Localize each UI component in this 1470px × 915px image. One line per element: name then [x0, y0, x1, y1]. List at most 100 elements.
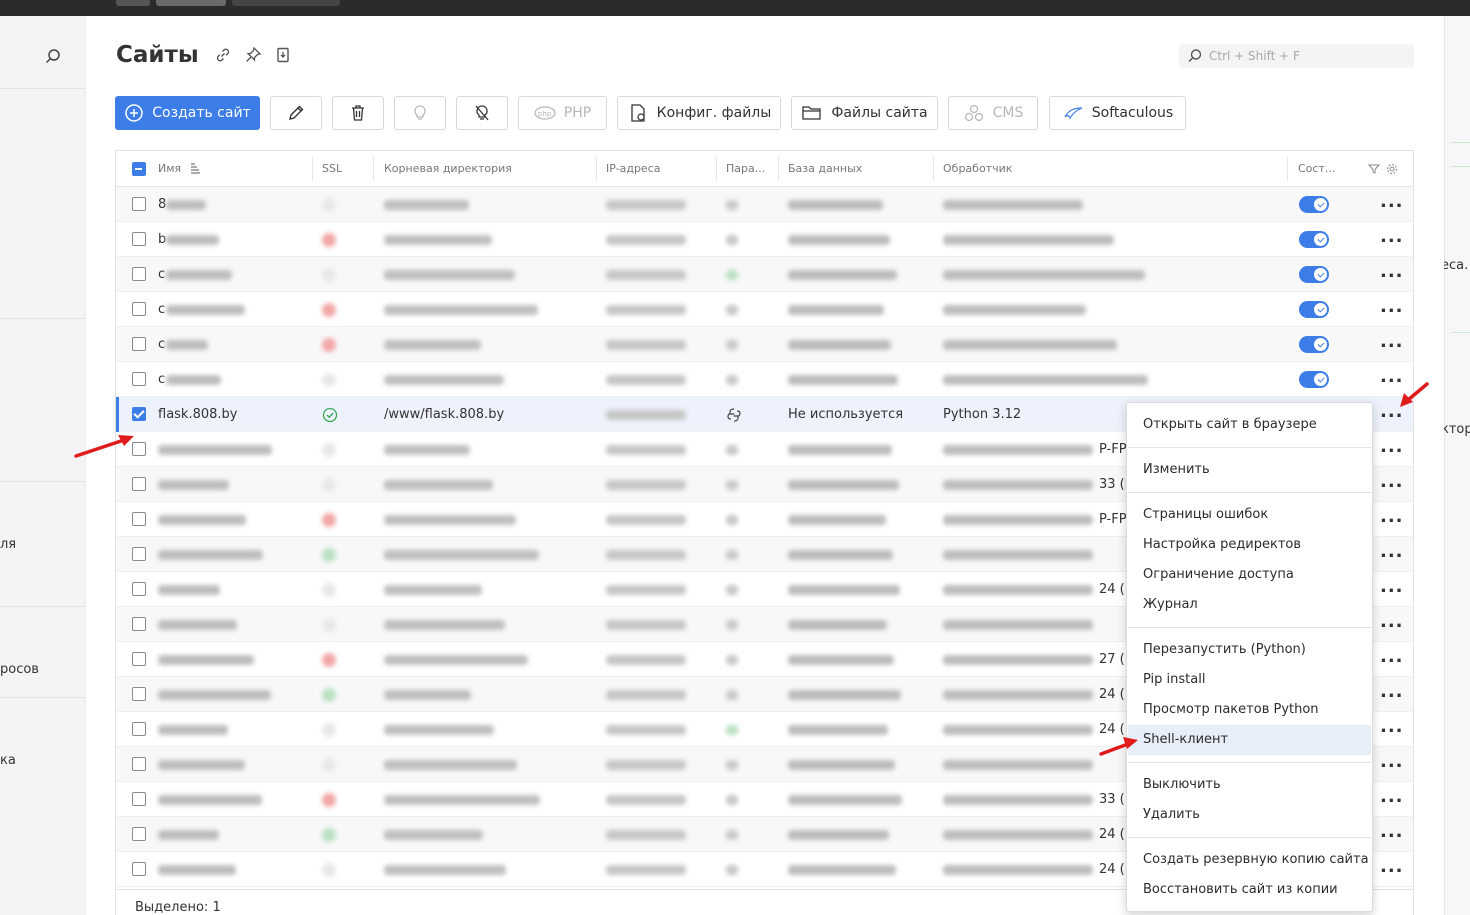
menu-item[interactable]: Shell-клиент: [1128, 725, 1371, 755]
column-separator[interactable]: [596, 157, 597, 181]
row-checkbox[interactable]: [132, 862, 146, 876]
menu-item[interactable]: Pip install: [1128, 665, 1371, 695]
column-separator[interactable]: [1287, 157, 1288, 181]
table-row[interactable]: 8...: [116, 187, 1413, 222]
sidebar-item-label[interactable]: ля: [0, 537, 16, 552]
menu-item[interactable]: Перезапустить (Python): [1128, 635, 1371, 665]
menu-item[interactable]: Изменить: [1128, 455, 1371, 485]
table-row[interactable]: c...: [116, 327, 1413, 362]
row-actions-button[interactable]: ...: [1380, 747, 1404, 782]
create-site-button[interactable]: Создать сайт: [115, 96, 260, 130]
row-checkbox[interactable]: [132, 302, 146, 316]
row-actions-button[interactable]: ...: [1380, 712, 1404, 747]
menu-item[interactable]: Создать резервную копию сайта: [1128, 845, 1371, 875]
menu-item[interactable]: Восстановить сайт из копии: [1128, 875, 1371, 905]
row-checkbox[interactable]: [132, 792, 146, 806]
row-checkbox[interactable]: [132, 197, 146, 211]
site-name[interactable]: c: [158, 362, 165, 397]
top-tab[interactable]: [232, 0, 340, 6]
link-icon[interactable]: [214, 46, 232, 64]
column-header-status[interactable]: Сост...: [1298, 151, 1344, 187]
menu-item[interactable]: Ограничение доступа: [1128, 560, 1371, 590]
column-header-ip[interactable]: IP-адреса: [606, 151, 661, 187]
row-actions-button[interactable]: ...: [1380, 222, 1404, 257]
row-actions-button[interactable]: ...: [1380, 502, 1404, 537]
delete-button[interactable]: [332, 96, 384, 130]
sidebar-item-label[interactable]: росов: [0, 662, 39, 677]
row-checkbox[interactable]: [132, 827, 146, 841]
status-toggle[interactable]: [1299, 301, 1329, 318]
menu-item[interactable]: Просмотр пакетов Python: [1128, 695, 1371, 725]
row-actions-button[interactable]: ...: [1380, 607, 1404, 642]
status-toggle[interactable]: [1299, 196, 1329, 213]
menu-item[interactable]: Выключить: [1128, 770, 1371, 800]
row-actions-button[interactable]: ...: [1380, 782, 1404, 817]
site-name[interactable]: c: [158, 257, 165, 292]
row-actions-button[interactable]: ...: [1380, 572, 1404, 607]
row-checkbox[interactable]: [132, 372, 146, 386]
column-header-database[interactable]: База данных: [788, 151, 862, 187]
row-checkbox[interactable]: [132, 617, 146, 631]
column-separator[interactable]: [933, 157, 934, 181]
row-checkbox[interactable]: [132, 757, 146, 771]
row-actions-button[interactable]: ...: [1380, 187, 1404, 222]
row-checkbox[interactable]: [132, 337, 146, 351]
cms-button[interactable]: CMS: [948, 96, 1038, 130]
document-icon[interactable]: [274, 46, 292, 64]
disable-button[interactable]: [456, 96, 508, 130]
column-separator[interactable]: [312, 157, 313, 181]
row-checkbox[interactable]: [132, 582, 146, 596]
menu-item[interactable]: Открыть сайт в браузере: [1128, 410, 1371, 440]
menu-item[interactable]: Настройка редиректов: [1128, 530, 1371, 560]
column-header-params[interactable]: Пара...: [726, 151, 776, 187]
column-header-ssl[interactable]: SSL: [322, 151, 342, 187]
enable-button[interactable]: [394, 96, 446, 130]
table-row[interactable]: c...: [116, 362, 1413, 397]
settings-icon[interactable]: [1386, 163, 1398, 175]
row-checkbox[interactable]: [132, 722, 146, 736]
row-actions-button[interactable]: ...: [1380, 642, 1404, 677]
edit-button[interactable]: [270, 96, 322, 130]
row-actions-button[interactable]: ...: [1380, 467, 1404, 502]
status-toggle[interactable]: [1299, 336, 1329, 353]
search-field[interactable]: [1179, 44, 1414, 68]
column-separator[interactable]: [778, 157, 779, 181]
row-actions-button[interactable]: ...: [1380, 677, 1404, 712]
select-all-checkbox[interactable]: [132, 162, 146, 176]
column-separator[interactable]: [373, 157, 374, 181]
php-button[interactable]: php PHP: [518, 96, 607, 130]
row-checkbox[interactable]: [132, 407, 146, 421]
search-input[interactable]: [1209, 47, 1404, 65]
row-actions-button[interactable]: ...: [1380, 292, 1404, 327]
row-actions-button[interactable]: ...: [1380, 852, 1404, 887]
pin-icon[interactable]: [244, 46, 262, 64]
menu-item[interactable]: Журнал: [1128, 590, 1371, 620]
table-row[interactable]: b...: [116, 222, 1413, 257]
row-actions-button[interactable]: ...: [1380, 432, 1404, 467]
row-actions-button[interactable]: ...: [1380, 537, 1404, 572]
column-header-handler[interactable]: Обработчик: [943, 151, 1012, 187]
softaculous-button[interactable]: Softaculous: [1049, 96, 1186, 130]
status-toggle[interactable]: [1299, 266, 1329, 283]
row-checkbox[interactable]: [132, 267, 146, 281]
column-header-name[interactable]: Имя: [158, 151, 181, 187]
row-checkbox[interactable]: [132, 512, 146, 526]
row-checkbox[interactable]: [132, 547, 146, 561]
site-name[interactable]: c: [158, 292, 165, 327]
menu-item[interactable]: Страницы ошибок: [1128, 500, 1371, 530]
table-row[interactable]: c...: [116, 292, 1413, 327]
row-actions-button[interactable]: ...: [1380, 257, 1404, 292]
sidebar-item-label[interactable]: ка: [0, 753, 16, 768]
status-toggle[interactable]: [1299, 371, 1329, 388]
config-files-button[interactable]: Конфиг. файлы: [617, 96, 781, 130]
row-checkbox[interactable]: [132, 687, 146, 701]
column-separator[interactable]: [716, 157, 717, 181]
menu-item[interactable]: Удалить: [1128, 800, 1371, 830]
row-checkbox[interactable]: [132, 232, 146, 246]
row-checkbox[interactable]: [132, 477, 146, 491]
site-files-button[interactable]: Файлы сайта: [791, 96, 938, 130]
sort-icon[interactable]: [189, 162, 201, 176]
row-checkbox[interactable]: [132, 652, 146, 666]
column-header-root[interactable]: Корневая директория: [384, 151, 512, 187]
table-row[interactable]: c...: [116, 257, 1413, 292]
